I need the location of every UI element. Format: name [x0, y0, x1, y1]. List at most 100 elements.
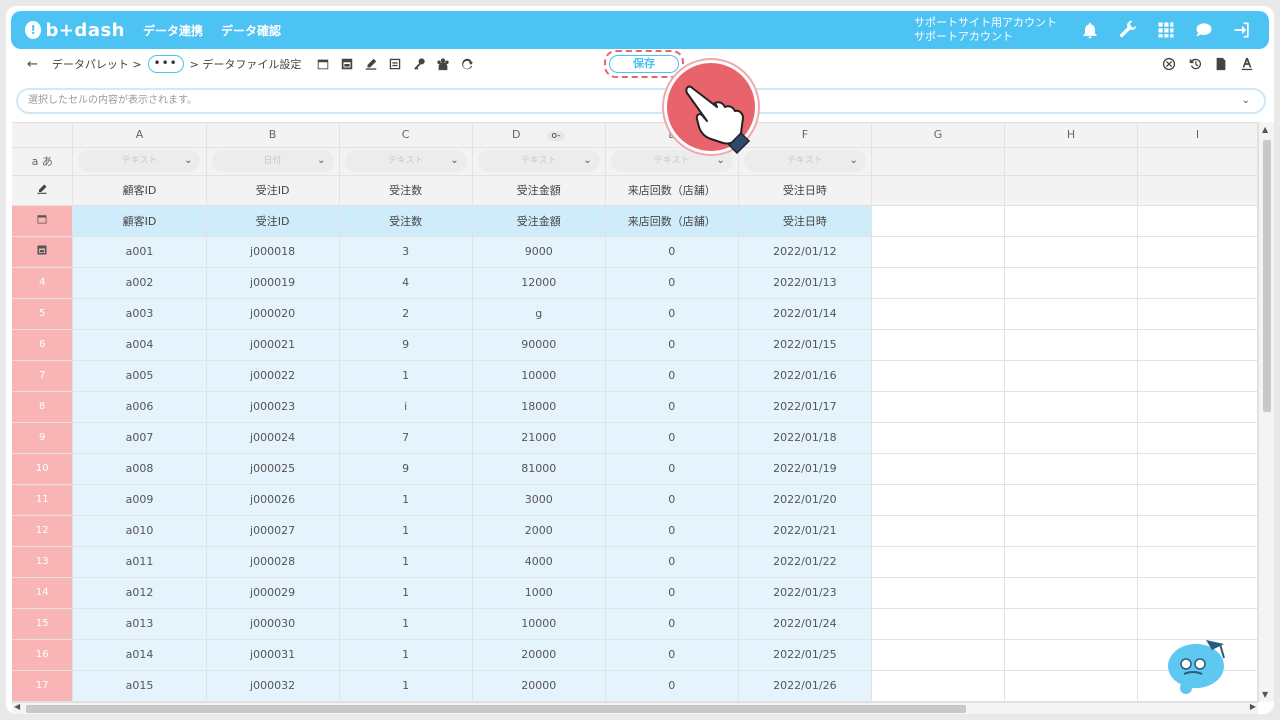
empty-cell[interactable] [1004, 329, 1139, 361]
data-cell[interactable]: j000018 [206, 236, 340, 268]
data-cell[interactable]: 1 [339, 608, 473, 640]
data-cell[interactable]: 20000 [472, 670, 606, 702]
data-cell[interactable]: 2022/01/15 [738, 329, 872, 361]
type-select[interactable]: テキスト ⌄ [477, 150, 600, 172]
empty-cell[interactable] [1137, 298, 1258, 330]
empty-cell[interactable] [871, 515, 1006, 547]
empty-cell[interactable] [1004, 360, 1139, 392]
horizontal-scroll-thumb[interactable] [26, 705, 966, 713]
data-cell[interactable]: 1 [339, 670, 473, 702]
column-header-B[interactable]: B [206, 123, 340, 148]
data-cell[interactable]: j000027 [206, 515, 340, 547]
data-cell[interactable]: 10000 [472, 360, 606, 392]
data-cell[interactable]: 9 [339, 453, 473, 485]
scroll-left-icon[interactable]: ◀ [14, 702, 20, 711]
data-cell[interactable]: j000024 [206, 422, 340, 454]
data-cell[interactable]: a012 [72, 577, 207, 609]
bell-icon[interactable] [1079, 19, 1101, 41]
group-icon[interactable] [435, 56, 451, 72]
edit-icon[interactable] [363, 56, 379, 72]
data-cell[interactable]: 0 [605, 639, 739, 671]
type-select[interactable]: テキスト ⌄ [344, 150, 467, 172]
data-cell[interactable]: 0 [605, 670, 739, 702]
logo[interactable]: ! b+dash [25, 20, 125, 41]
data-cell[interactable]: 9 [339, 329, 473, 361]
empty-cell[interactable] [1137, 267, 1258, 299]
calendar-icon[interactable] [315, 56, 331, 72]
grid-icon[interactable] [1155, 19, 1177, 41]
data-cell[interactable]: 2 [339, 298, 473, 330]
empty-cell[interactable] [871, 236, 1006, 268]
data-cell[interactable]: 0 [605, 608, 739, 640]
empty-cell[interactable] [871, 360, 1006, 392]
row-number[interactable]: 10 [12, 453, 74, 485]
data-cell[interactable]: 0 [605, 453, 739, 485]
nav-data-check[interactable]: データ確認 [221, 22, 281, 39]
empty-cell[interactable] [1137, 453, 1258, 485]
empty-cell[interactable] [1137, 329, 1258, 361]
column-name-cell[interactable]: 受注金額 [472, 175, 606, 206]
data-cell[interactable]: 18000 [472, 391, 606, 423]
data-cell[interactable]: 10000 [472, 608, 606, 640]
data-cell[interactable]: j000021 [206, 329, 340, 361]
data-cell[interactable]: 1 [339, 639, 473, 671]
table-icon[interactable] [12, 236, 74, 268]
vertical-scroll-thumb[interactable] [1263, 140, 1271, 412]
data-cell[interactable]: 0 [605, 515, 739, 547]
data-cell[interactable]: j000020 [206, 298, 340, 330]
text-icon[interactable] [387, 56, 403, 72]
empty-cell[interactable] [871, 298, 1006, 330]
data-cell[interactable]: 20000 [472, 639, 606, 671]
empty-cell[interactable] [871, 175, 1006, 206]
breadcrumb-palette[interactable]: データパレット > [52, 56, 142, 72]
data-cell[interactable]: a010 [72, 515, 207, 547]
empty-cell[interactable] [871, 577, 1006, 609]
header-cell[interactable]: 顧客ID [72, 205, 207, 237]
chevron-down-icon[interactable]: ⌄ [1242, 90, 1250, 112]
data-cell[interactable]: 2022/01/19 [738, 453, 872, 485]
row-number[interactable]: 17 [12, 670, 74, 702]
data-cell[interactable]: 1 [339, 546, 473, 578]
data-cell[interactable]: 0 [605, 546, 739, 578]
empty-cell[interactable] [1004, 175, 1139, 206]
row-number[interactable]: 12 [12, 515, 74, 547]
empty-cell[interactable] [1137, 236, 1258, 268]
data-cell[interactable]: 12000 [472, 267, 606, 299]
row-number[interactable]: 6 [12, 329, 74, 361]
data-cell[interactable]: a011 [72, 546, 207, 578]
data-cell[interactable]: a008 [72, 453, 207, 485]
data-cell[interactable]: 0 [605, 298, 739, 330]
data-cell[interactable]: a006 [72, 391, 207, 423]
chat-icon[interactable] [1193, 19, 1215, 41]
data-cell[interactable]: 2022/01/26 [738, 670, 872, 702]
data-cell[interactable]: 1 [339, 577, 473, 609]
empty-cell[interactable] [1004, 639, 1139, 671]
data-cell[interactable]: j000026 [206, 484, 340, 516]
data-cell[interactable]: 1 [339, 515, 473, 547]
data-cell[interactable]: a013 [72, 608, 207, 640]
empty-cell[interactable] [1137, 515, 1258, 547]
header-cell[interactable]: 受注日時 [738, 205, 872, 237]
row-number[interactable]: 14 [12, 577, 74, 609]
data-cell[interactable]: a015 [72, 670, 207, 702]
empty-cell[interactable] [871, 453, 1006, 485]
row-number[interactable]: 7 [12, 360, 74, 392]
data-cell[interactable]: a009 [72, 484, 207, 516]
data-cell[interactable]: j000022 [206, 360, 340, 392]
data-cell[interactable]: 2022/01/18 [738, 422, 872, 454]
type-select[interactable]: 日付 ⌄ [211, 150, 334, 172]
data-cell[interactable]: 0 [605, 391, 739, 423]
empty-cell[interactable] [1004, 515, 1139, 547]
column-name-cell[interactable]: 受注日時 [738, 175, 872, 206]
empty-cell[interactable] [1137, 360, 1258, 392]
empty-cell[interactable] [1004, 670, 1139, 702]
empty-cell[interactable] [1004, 422, 1139, 454]
header-cell[interactable]: 受注ID [206, 205, 340, 237]
data-cell[interactable]: 90000 [472, 329, 606, 361]
column-header-C[interactable]: C [339, 123, 473, 148]
column-header-I[interactable]: I [1137, 123, 1258, 148]
data-cell[interactable]: 2022/01/22 [738, 546, 872, 578]
account-info[interactable]: サポートサイト用アカウント サポートアカウント [914, 16, 1057, 44]
mascot-assistant-icon[interactable] [1164, 632, 1232, 696]
data-cell[interactable]: i [339, 391, 473, 423]
